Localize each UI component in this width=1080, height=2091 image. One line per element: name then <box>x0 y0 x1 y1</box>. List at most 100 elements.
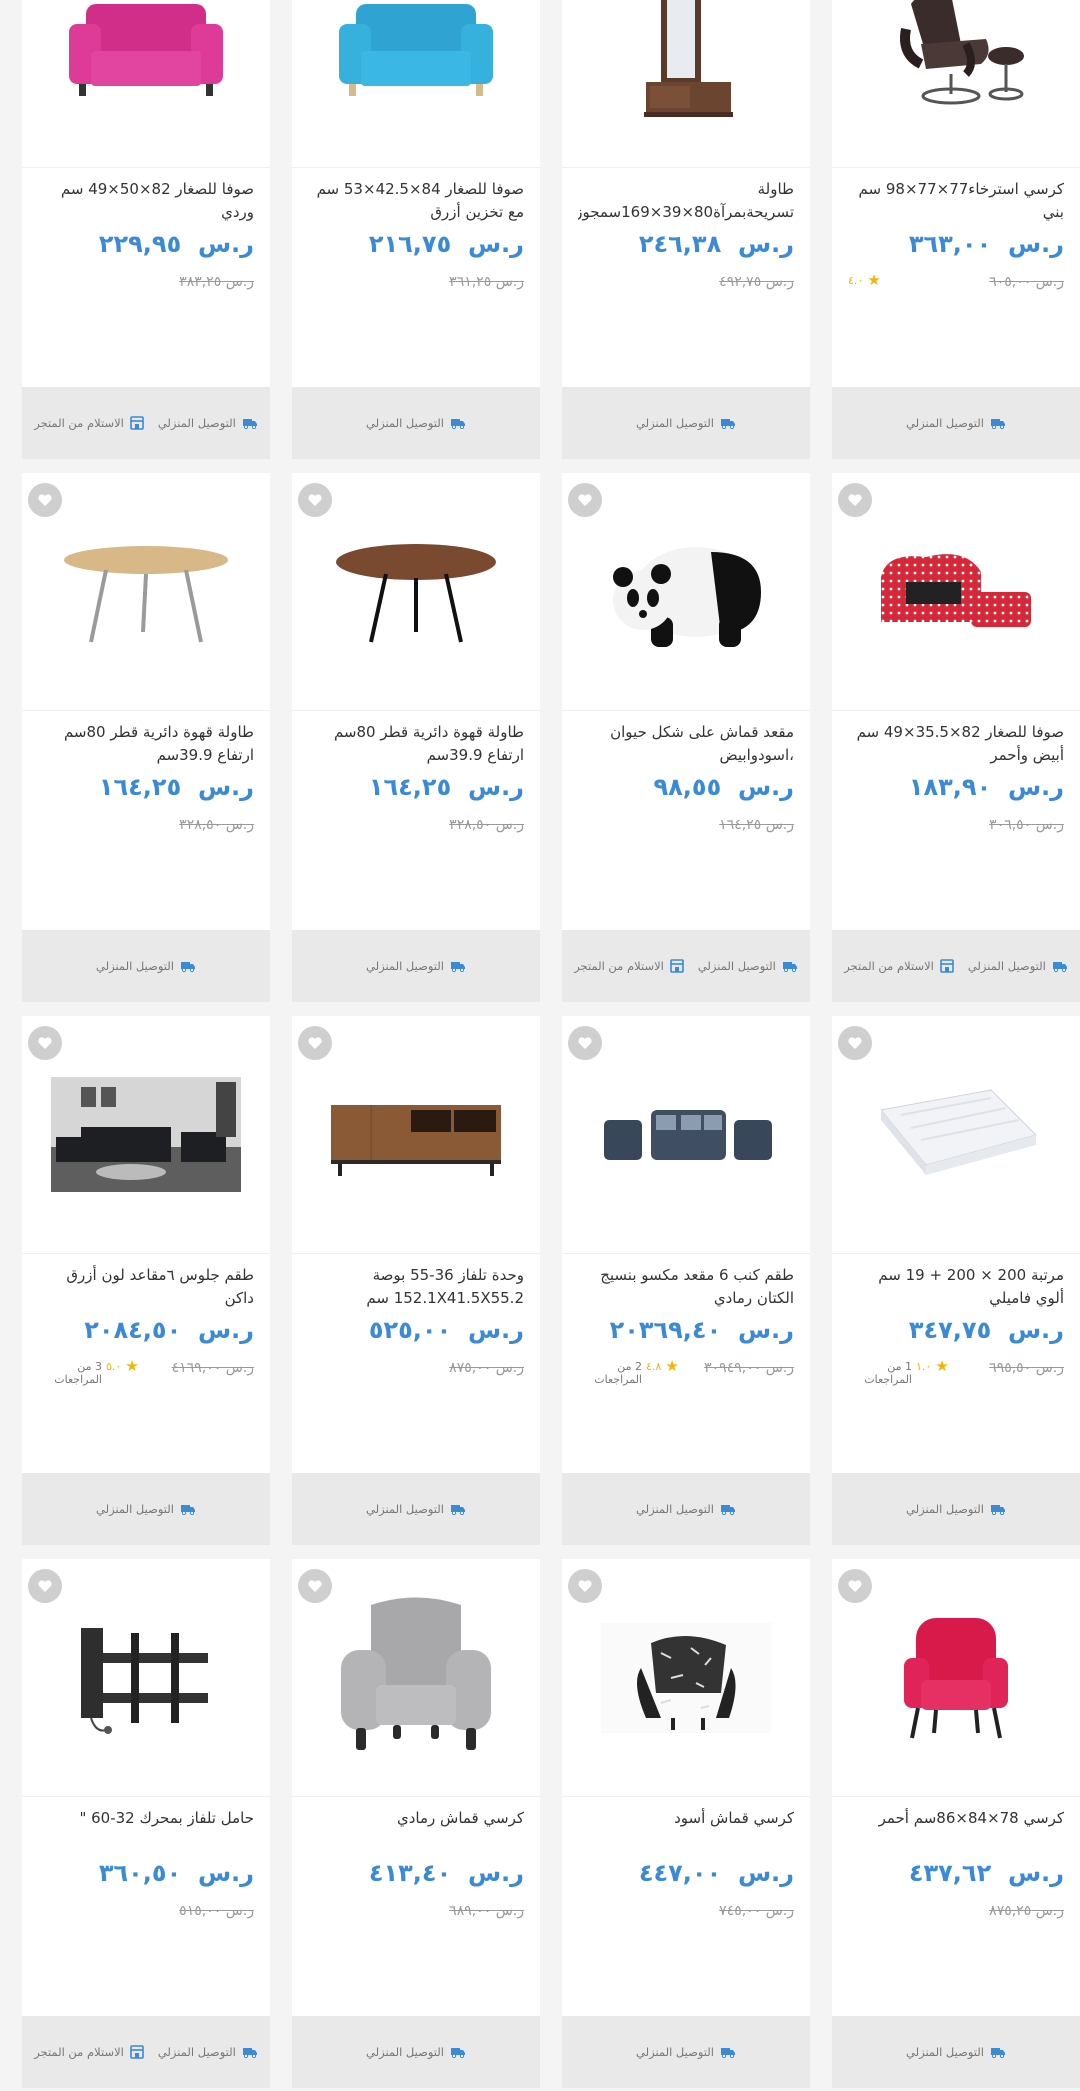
price-value: ٤٣٧,٦٢ <box>908 1859 992 1887</box>
heart-icon[interactable] <box>568 483 602 517</box>
fulfillment-bar: التوصيل المنزلي <box>292 930 540 1002</box>
fulfillment-bar: التوصيل المنزلي <box>832 1473 1080 1545</box>
heart-icon[interactable] <box>28 1569 62 1603</box>
currency-label: ر.س <box>765 1360 794 1376</box>
home-delivery-option: التوصيل المنزلي <box>636 416 736 430</box>
original-price: ر.س ٤١٦٩,٠٠ <box>172 1360 254 1376</box>
heart-icon[interactable] <box>838 1026 872 1060</box>
star-icon: ★ <box>665 1357 679 1375</box>
product-card[interactable]: صوفا للصغار 84×42.5×53 سم مع تخزين أزرق ر… <box>292 0 540 459</box>
product-title[interactable]: كرسي 78×84×86سم أحمر <box>848 1807 1064 1853</box>
product-card[interactable]: طاولة تسريحةبمرآة80×39×169سمجوز ر.س ٢٤٦,٣… <box>562 0 810 459</box>
product-image[interactable] <box>292 0 540 168</box>
rating-value: ١.٠ <box>916 1360 932 1373</box>
product-title[interactable]: طاولة قهوة دائرية قطر 80سم ارتفاع 39.9سم <box>38 721 254 767</box>
home-delivery-label: التوصيل المنزلي <box>96 1502 174 1516</box>
product-card[interactable]: طقم جلوس ٦مقاعد لون أزرق داكن ر.س ٢٠٨٤,٥٠… <box>22 1016 270 1545</box>
product-card[interactable]: كرسي قماش أسود ر.س ٤٤٧,٠٠ ر.س ٧٤٥,٠٠ التوصي… <box>562 1559 810 2088</box>
product-title[interactable]: كرسي قماش رمادي <box>308 1807 524 1853</box>
product-title[interactable]: طاولة تسريحةبمرآة80×39×169سمجوز <box>578 178 794 224</box>
product-title[interactable]: طقم كنب 6 مقعد مكسو بنسيج الكتان رمادي <box>578 1264 794 1310</box>
home-delivery-label: التوصيل المنزلي <box>906 416 984 430</box>
currency-label: ر.س <box>495 1360 524 1376</box>
heart-icon[interactable] <box>298 1026 332 1060</box>
original-price: ر.س ٣٢٨,٥٠ <box>179 817 254 833</box>
product-title[interactable]: صوفا للصغار 84×42.5×53 سم مع تخزين أزرق <box>308 178 524 224</box>
truck-icon <box>990 417 1006 429</box>
product-title[interactable]: كرسي قماش أسود <box>578 1807 794 1853</box>
heart-icon[interactable] <box>568 1569 602 1603</box>
fulfillment-bar: التوصيل المنزلي الاستلام من المتجر <box>22 387 270 459</box>
product-title[interactable]: طقم جلوس ٦مقاعد لون أزرق داكن <box>38 1264 254 1310</box>
store-icon <box>670 959 684 973</box>
product-price: ر.س ٢٤٦,٣٨ <box>639 230 794 258</box>
fulfillment-bar: التوصيل المنزلي <box>292 1473 540 1545</box>
product-title[interactable]: طاولة قهوة دائرية قطر 80سم ارتفاع 39.9سم <box>308 721 524 767</box>
currency-label: ر.س <box>495 1903 524 1919</box>
home-delivery-option: التوصيل المنزلي <box>906 2045 1006 2059</box>
star-icon: ★ <box>125 1357 139 1375</box>
heart-icon[interactable] <box>838 1569 872 1603</box>
product-image[interactable] <box>562 0 810 168</box>
review-count[interactable]: 1 من المراجعات <box>848 1360 912 1386</box>
product-card[interactable]: حامل تلفاز بمحرك 32-60 " ر.س ٣٦٠,٥٠ ر.س ٥١… <box>22 1559 270 2088</box>
fulfillment-bar: التوصيل المنزلي الاستلام من المتجر <box>562 930 810 1002</box>
truck-icon <box>180 1503 196 1515</box>
store-pickup-option: الاستلام من المتجر <box>574 959 684 973</box>
product-title[interactable]: كرسي استرخاء77×77×98 سم بني <box>848 178 1064 224</box>
product-price: ر.س ٤٤٧,٠٠ <box>639 1859 794 1887</box>
product-title[interactable]: صوفا للصغار 82×35.5×49 سم أبيض وأحمر <box>848 721 1064 767</box>
product-card[interactable]: طاولة قهوة دائرية قطر 80سم ارتفاع 39.9سم… <box>22 473 270 1002</box>
store-pickup-label: الاستلام من المتجر <box>34 416 124 430</box>
home-delivery-label: التوصيل المنزلي <box>967 959 1046 973</box>
old-price-value: ٤٩٢,٧٥ <box>719 274 762 290</box>
review-count[interactable]: 2 من المراجعات <box>578 1360 642 1386</box>
old-price-value: ٤١٦٩,٠٠ <box>171 1360 222 1376</box>
old-price-value: ٣٢٨,٥٠ <box>449 817 492 833</box>
product-title[interactable]: وحدة تلفاز 36-55 بوصة 152.1X41.5X55.2 سم <box>308 1264 524 1310</box>
product-card[interactable]: صوفا للصغار 82×35.5×49 سم أبيض وأحمر ر.س … <box>832 473 1080 1002</box>
product-card[interactable]: طقم كنب 6 مقعد مكسو بنسيج الكتان رمادي ر.… <box>562 1016 810 1545</box>
heart-icon[interactable] <box>298 1569 332 1603</box>
store-pickup-option: الاستلام من المتجر <box>844 959 954 973</box>
product-price: ر.س ١٦٤,٢٥ <box>369 773 524 801</box>
truck-icon <box>450 2046 466 2058</box>
heart-icon[interactable] <box>568 1026 602 1060</box>
rating: ★ ٥.٠ 3 من المراجعات <box>38 1357 139 1387</box>
original-price: ر.س ٥١٥,٠٠ <box>179 1903 254 1919</box>
product-card[interactable]: كرسي قماش رمادي ر.س ٤١٣,٤٠ ر.س ٦٨٩,٠٠ التوص… <box>292 1559 540 2088</box>
product-price: ر.س ٢٠٨٤,٥٠ <box>84 1316 254 1344</box>
home-delivery-option: التوصيل المنزلي <box>636 2045 736 2059</box>
product-title[interactable]: صوفا للصغار 82×50×49 سم وردي <box>38 178 254 224</box>
home-delivery-option: التوصيل المنزلي <box>906 416 1006 430</box>
review-count[interactable]: 3 من المراجعات <box>38 1360 102 1386</box>
fulfillment-bar: التوصيل المنزلي <box>22 1473 270 1545</box>
store-pickup-label: الاستلام من المتجر <box>34 2045 124 2059</box>
truck-icon <box>720 1503 736 1515</box>
product-card[interactable]: صوفا للصغار 82×50×49 سم وردي ر.س ٢٢٩,٩٥ ر.… <box>22 0 270 459</box>
fulfillment-bar: التوصيل المنزلي الاستلام من المتجر <box>22 2016 270 2088</box>
product-image[interactable] <box>832 0 1080 168</box>
product-price: ر.س ٤٣٧,٦٢ <box>909 1859 1064 1887</box>
fulfillment-bar: التوصيل المنزلي <box>562 2016 810 2088</box>
product-card[interactable]: طاولة قهوة دائرية قطر 80سم ارتفاع 39.9سم… <box>292 473 540 1002</box>
heart-icon[interactable] <box>28 483 62 517</box>
heart-icon[interactable] <box>838 483 872 517</box>
product-image[interactable] <box>22 0 270 168</box>
product-card[interactable]: وحدة تلفاز 36-55 بوصة 152.1X41.5X55.2 سم… <box>292 1016 540 1545</box>
heart-icon[interactable] <box>298 483 332 517</box>
rating-value: ٤.٨ <box>646 1360 662 1373</box>
old-price-value: ٣٦١,٢٥ <box>449 274 492 290</box>
product-card[interactable]: كرسي 78×84×86سم أحمر ر.س ٤٣٧,٦٢ ر.س ٨٧٥,٢٥… <box>832 1559 1080 2088</box>
product-card[interactable]: مقعد قماش على شكل حيوان ،اسودوابيض ر.س ٩٨… <box>562 473 810 1002</box>
product-card[interactable]: مرتبة 200 × 200 + 19 سم ألوي فاميلي ر.س ٣… <box>832 1016 1080 1545</box>
heart-icon[interactable] <box>28 1026 62 1060</box>
store-pickup-option: الاستلام من المتجر <box>34 416 144 430</box>
product-card[interactable]: كرسي استرخاء77×77×98 سم بني ر.س ٣٦٣,٠٠ ر.س… <box>832 0 1080 459</box>
old-price-value: ٦٨٩,٠٠ <box>449 1903 492 1919</box>
product-title[interactable]: مقعد قماش على شكل حيوان ،اسودوابيض <box>578 721 794 767</box>
product-title[interactable]: حامل تلفاز بمحرك 32-60 " <box>38 1807 254 1853</box>
truck-icon <box>720 2046 736 2058</box>
home-delivery-option: التوصيل المنزلي <box>96 959 196 973</box>
product-title[interactable]: مرتبة 200 × 200 + 19 سم ألوي فاميلي <box>848 1264 1064 1310</box>
